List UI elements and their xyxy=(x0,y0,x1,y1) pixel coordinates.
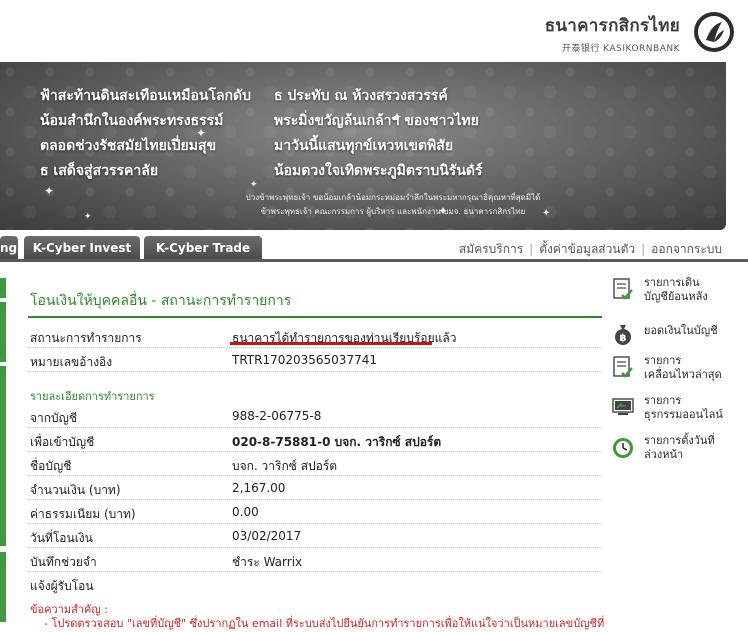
sparkle-icon: ✦ xyxy=(84,212,92,222)
sidebar-label: รายการตั้งวันที่ ล่วงหน้า xyxy=(644,434,715,462)
bank-name-en: 开泰银行 KASIKORNBANK xyxy=(561,44,680,54)
important-note-body: - โปรดตรวจสอบ "เลขที่บัญชี" ซึ่งปรากฏใน … xyxy=(44,617,605,630)
sidebar-item-recent-activity[interactable]: รายการ เคลื่อนไหวล่าสุด xyxy=(610,354,748,394)
reference-label: หมายเลขอ้างอิง xyxy=(30,355,113,369)
banner-subtitle-1: ปวงข้าพระพุทธเจ้า ขอน้อมเกล้าน้อมกระหม่อ… xyxy=(245,193,541,202)
logo-text: ธนาคารกสิกรไทย 开泰银行 KASIKORNBANK xyxy=(545,12,680,54)
detail-row-memo: บันทึกช่วยจำ ชำระ Warrix xyxy=(28,548,602,572)
detail-label: เพื่อเข้าบัญชี xyxy=(30,435,95,449)
detail-row-notify-recipient: แจ้งผู้รับโอน xyxy=(28,572,602,596)
detail-label: วันที่โอนเงิน xyxy=(30,531,93,545)
sidebar-item-scheduled[interactable]: รายการตั้งวันที่ ล่วงหน้า xyxy=(610,434,748,474)
sidebar-label-line: บัญชีย้อนหลัง xyxy=(644,290,708,303)
clock-icon xyxy=(613,438,633,458)
sparkle-icon: ✦ xyxy=(44,184,55,198)
sparkle-icon: ✦ xyxy=(196,126,207,140)
detail-value: 2,167.00 xyxy=(232,481,286,495)
detail-row-to-account: เพื่อเข้าบัญชี 020-8-75881-0 บจก. วาริกซ… xyxy=(28,428,602,452)
sidebar-label-line: รายการตั้งวันที่ xyxy=(644,434,715,447)
poem-line: น้อมสำนึกในองค์พระทรงธรรม์ xyxy=(40,113,224,129)
tab-k-cyber-invest[interactable]: K-Cyber Invest xyxy=(24,236,140,260)
poem-line: ฟ้าสะท้านดินสะเทือนเหมือนโลกดับ xyxy=(40,88,251,104)
account-links: สมัครบริการ | ตั้งค่าข้อมูลส่วนตัว | ออกจากร… xyxy=(459,240,722,259)
detail-value: 03/02/2017 xyxy=(232,529,302,543)
accent-block xyxy=(0,302,6,362)
sidebar-label: รายการ เคลื่อนไหวล่าสุด xyxy=(644,354,722,382)
detail-value: 020-8-75881-0 บจก. วาริกซ์ สปอร์ต xyxy=(232,435,442,449)
details-heading: รายละเอียดการทำรายการ xyxy=(30,390,155,403)
memorial-banner: ฟ้าสะท้านดินสะเทือนเหมือนโลกดับ น้อมสำนึ… xyxy=(0,62,726,230)
sparkle-icon: ✦ xyxy=(438,204,449,218)
transfer-status-panel: โอนเงินให้บุคคลอื่น - สถานะการทำรายการ ส… xyxy=(28,262,605,630)
sidebar-label-line: เคลื่อนไหวล่าสุด xyxy=(644,368,722,381)
accent-block xyxy=(0,278,6,298)
sidebar-label-line: ยอดเงินในบัญชี xyxy=(644,324,718,337)
sparkle-icon: ✦ xyxy=(468,162,476,172)
kbank-emblem-icon xyxy=(694,12,734,52)
sparkle-icon: ✦ xyxy=(542,208,551,219)
poem-left: ฟ้าสะท้านดินสะเทือนเหมือนโลกดับ น้อมสำนึ… xyxy=(40,84,251,184)
svg-text:฿: ฿ xyxy=(620,333,627,344)
money-bag-icon: ฿ xyxy=(615,325,631,345)
sidebar-label-line: รายการ xyxy=(644,394,682,407)
sidebar-label-line: รายการ xyxy=(644,354,682,367)
page-title: โอนเงินให้บุคคลอื่น - สถานะการทำรายการ xyxy=(30,293,292,309)
detail-row-transfer-date: วันที่โอนเงิน 03/02/2017 xyxy=(28,524,602,548)
detail-label: ชื่อบัญชี xyxy=(30,459,72,473)
banner-subtitle-2: ข้าพระพุทธเจ้า คณะกรรมการ ผู้บริหาร และพ… xyxy=(260,207,526,216)
profile-settings-link[interactable]: ตั้งค่าข้อมูลส่วนตัว xyxy=(539,242,635,256)
logout-link[interactable]: ออกจากระบบ xyxy=(651,242,722,256)
detail-label: จากบัญชี xyxy=(30,411,78,425)
detail-value: 988-2-06775-8 xyxy=(232,409,322,423)
poem-line: มาวันนี้แสนทุกข์เหวหเขตพิสัย xyxy=(274,138,454,154)
sidebar-label-line: ล่วงหน้า xyxy=(644,448,684,461)
bank-name-thai: ธนาคารกสิกรไทย xyxy=(544,16,680,36)
left-accent-strip xyxy=(0,262,10,630)
link-separator: | xyxy=(529,242,534,256)
poem-right: ธ ประทับ ณ ห้วงสรวงสวรรค์ พระมิ่งขวัญล้น… xyxy=(274,84,483,184)
status-value: ธนาคารได้ทำรายการของท่านเรียบร้อยแล้ว xyxy=(232,331,457,345)
detail-value: 0.00 xyxy=(232,505,259,519)
poem-line: ธ เสด็จสู่สวรรคาลัย xyxy=(40,163,159,179)
sidebar-label-line: ธุรกรรมออนไลน์ xyxy=(644,408,723,421)
sidebar-label: ยอดเงินในบัญชี xyxy=(644,324,718,338)
top-bar: ธนาคารกสิกรไทย 开泰银行 KASIKORNBANK xyxy=(0,0,748,62)
sidebar-item-statement[interactable]: รายการเดิน บัญชีย้อนหลัง xyxy=(610,276,748,316)
sidebar-item-online-transactions[interactable]: รายการ ธุรกรรมออนไลน์ xyxy=(610,394,748,434)
poem-line: พระมิ่งขวัญล้นเกล้าฯ ของชาวไทย xyxy=(274,113,479,129)
statement-icon xyxy=(613,278,633,300)
detail-label: ค่าธรรมเนียม (บาท) xyxy=(30,507,136,521)
detail-label: แจ้งผู้รับโอน xyxy=(30,579,94,593)
poem-line: ธ ประทับ ณ ห้วงสรวงสวรรค์ xyxy=(274,88,448,104)
accent-block xyxy=(0,552,6,622)
sparkle-icon: ✦ xyxy=(250,180,258,190)
link-separator: | xyxy=(641,242,646,256)
recent-activity-icon xyxy=(613,356,633,378)
tab-k-cyber-trade[interactable]: K-Cyber Trade xyxy=(144,236,262,260)
detail-row-fee: ค่าธรรมเนียม (บาท) 0.00 xyxy=(28,500,602,524)
detail-row-amount: จำนวนเงิน (บาท) 2,167.00 xyxy=(28,476,602,500)
reference-value: TRTR170203565037741 xyxy=(232,353,377,367)
accent-block xyxy=(0,366,6,546)
status-label: สถานะการทำรายการ xyxy=(30,331,142,345)
poem-line: ตลอดช่วงรัชสมัยไทยเปี่ยมสุข xyxy=(40,138,217,154)
sidebar-label: รายการ ธุรกรรมออนไลน์ xyxy=(644,394,723,422)
tab-partial[interactable]: ng xyxy=(0,236,18,260)
detail-row-account-name: ชื่อบัญชี บจก. วาริกซ์ สปอร์ต xyxy=(28,452,602,476)
sidebar-label-line: รายการเดิน xyxy=(644,276,700,289)
detail-value: ชำระ Warrix xyxy=(232,555,303,569)
detail-label: บันทึกช่วยจำ xyxy=(30,555,97,569)
detail-label: จำนวนเงิน (บาท) xyxy=(30,483,121,497)
detail-value: บจก. วาริกซ์ สปอร์ต xyxy=(232,459,338,473)
title-divider xyxy=(28,316,602,318)
register-link[interactable]: สมัครบริการ xyxy=(459,242,523,256)
poem-line: น้อมดวงใจเทิดพระภูมิตราบนิรันดร์ xyxy=(274,163,483,179)
detail-row-from-account: จากบัญชี 988-2-06775-8 xyxy=(28,404,602,428)
online-transaction-icon xyxy=(612,398,634,415)
sidebar-label: รายการเดิน บัญชีย้อนหลัง xyxy=(644,276,708,304)
reference-row: หมายเลขอ้างอิง TRTR170203565037741 xyxy=(28,348,602,372)
sparkle-icon: ✦ xyxy=(392,110,403,124)
status-underline-highlight xyxy=(230,342,432,345)
